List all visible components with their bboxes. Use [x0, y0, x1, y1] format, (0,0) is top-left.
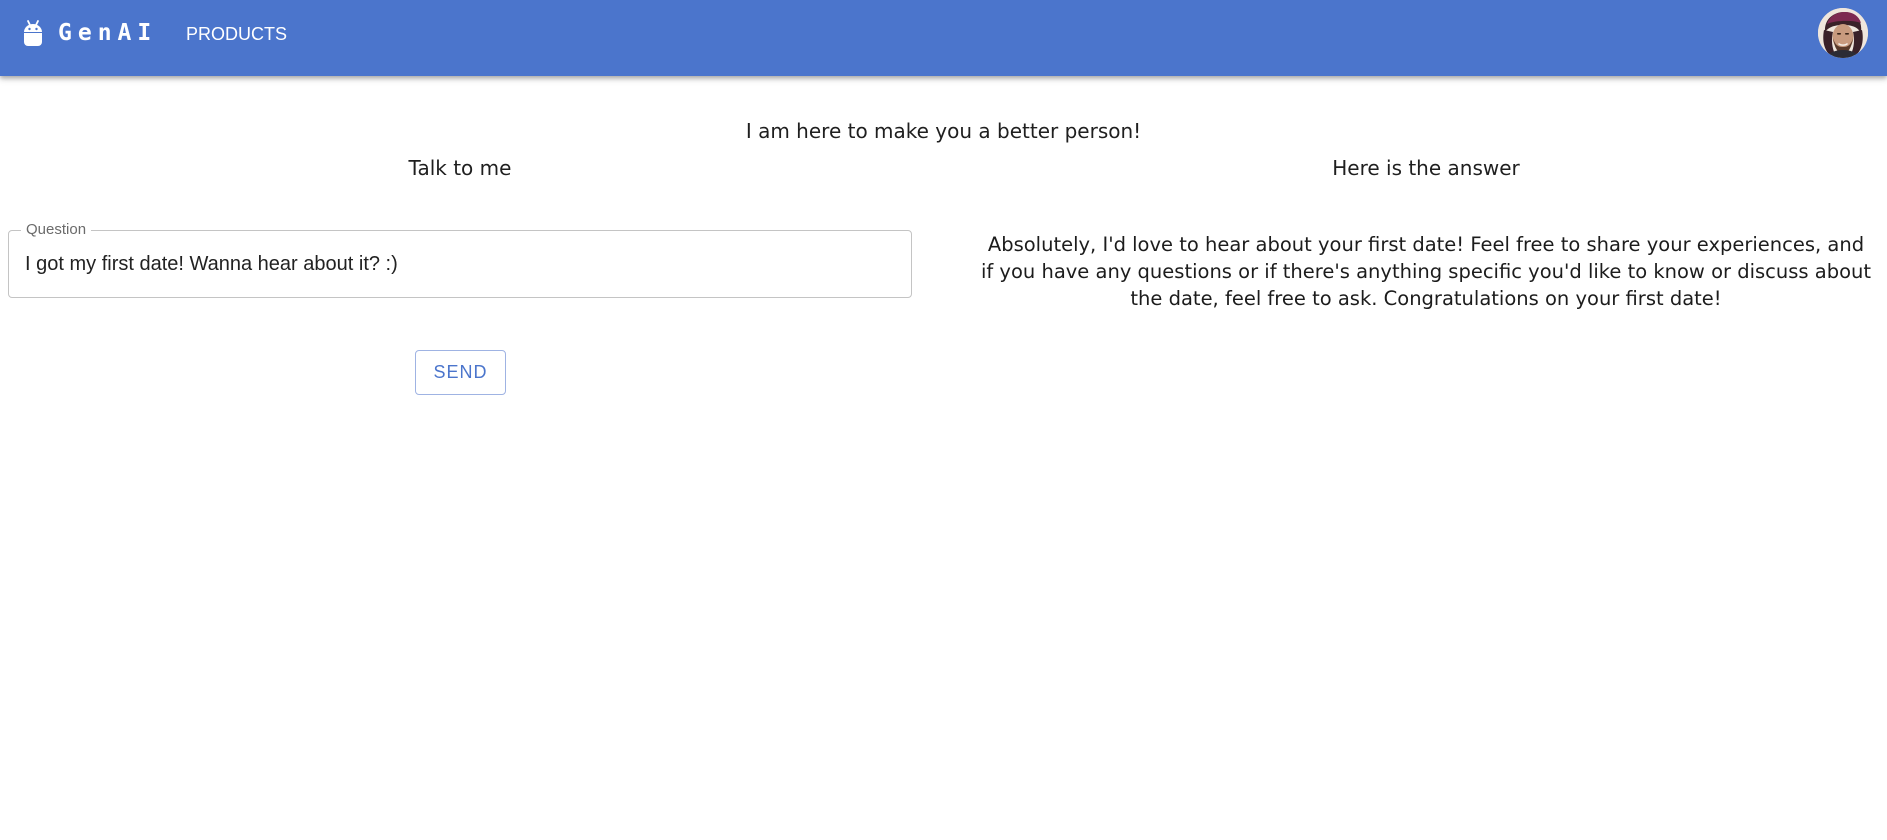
page-tagline: I am here to make you a better person!: [745, 119, 1142, 143]
app-bar: GenAI PRODUCTS: [0, 0, 1887, 76]
answer-text: Absolutely, I'd love to hear about your …: [980, 233, 1872, 310]
answer-column-heading: Here is the answer: [1332, 156, 1520, 180]
brand-title: GenAI: [58, 20, 158, 46]
user-avatar[interactable]: [1818, 8, 1868, 58]
question-input[interactable]: [25, 249, 895, 279]
question-field: Question: [8, 221, 912, 298]
nav-products-button[interactable]: PRODUCTS: [176, 18, 297, 50]
send-button[interactable]: SEND: [415, 350, 506, 395]
android-icon[interactable]: [22, 20, 44, 48]
question-field-label: Question: [21, 221, 92, 239]
question-column-heading: Talk to me: [408, 156, 512, 180]
